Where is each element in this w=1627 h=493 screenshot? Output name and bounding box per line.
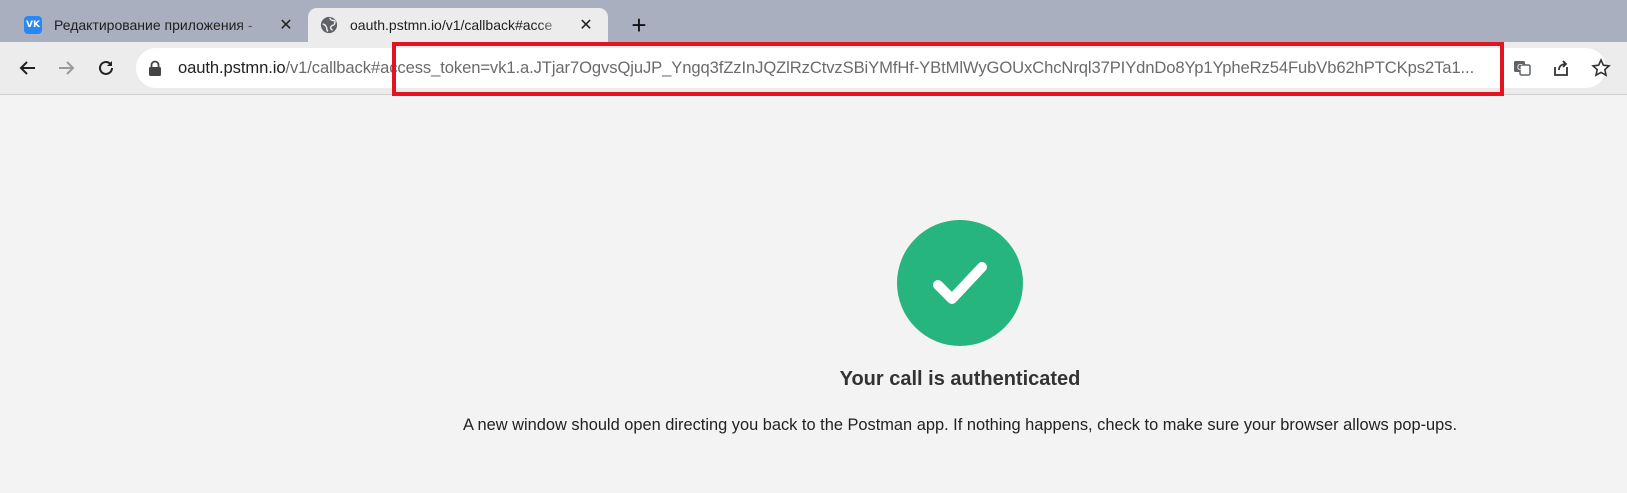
page-message: A new window should open directing you b… <box>462 416 1458 434</box>
globe-icon <box>320 16 338 34</box>
arrow-right-icon <box>59 61 75 75</box>
tab-oauth-callback[interactable]: oauth.pstmn.io/v1/callback#acce ✕ <box>308 8 608 42</box>
new-tab-button[interactable]: + <box>624 10 654 40</box>
url-path: /v1/callback#access_token=vk1.a.JTjar7Og… <box>285 58 1475 77</box>
star-icon <box>1591 58 1611 77</box>
page-content: Your call is authenticated A new window … <box>0 96 1627 493</box>
tab-title: oauth.pstmn.io/v1/callback#acce <box>350 17 553 33</box>
translate-icon: G <box>1514 61 1531 76</box>
close-icon[interactable]: ✕ <box>576 15 596 35</box>
bookmark-button[interactable] <box>1585 52 1617 84</box>
back-button[interactable] <box>12 52 44 84</box>
close-icon[interactable]: ✕ <box>276 15 296 35</box>
lock-icon[interactable] <box>148 60 162 76</box>
forward-button[interactable] <box>50 52 82 84</box>
arrow-left-icon <box>19 61 35 75</box>
vk-icon: VK <box>24 16 42 34</box>
reload-icon <box>99 60 113 75</box>
success-check-icon <box>897 220 1023 346</box>
tab-title: Редактирование приложения - <box>54 17 253 33</box>
svg-text:G: G <box>1517 63 1523 72</box>
tab-vk-app-edit[interactable]: VK Редактирование приложения - ✕ <box>12 8 308 42</box>
reload-button[interactable] <box>90 52 122 84</box>
share-button[interactable] <box>1545 52 1577 84</box>
browser-toolbar: oauth.pstmn.io/v1/callback#access_token=… <box>0 42 1627 95</box>
url-text[interactable]: oauth.pstmn.io/v1/callback#access_token=… <box>178 58 1474 78</box>
url-host: oauth.pstmn.io <box>178 58 286 77</box>
translate-button[interactable]: G <box>1506 52 1538 84</box>
tab-bar: VK Редактирование приложения - ✕ oauth.p… <box>0 0 1627 42</box>
address-bar[interactable]: oauth.pstmn.io/v1/callback#access_token=… <box>136 48 1606 88</box>
page-title: Your call is authenticated <box>839 368 1081 390</box>
share-icon <box>1554 60 1568 76</box>
